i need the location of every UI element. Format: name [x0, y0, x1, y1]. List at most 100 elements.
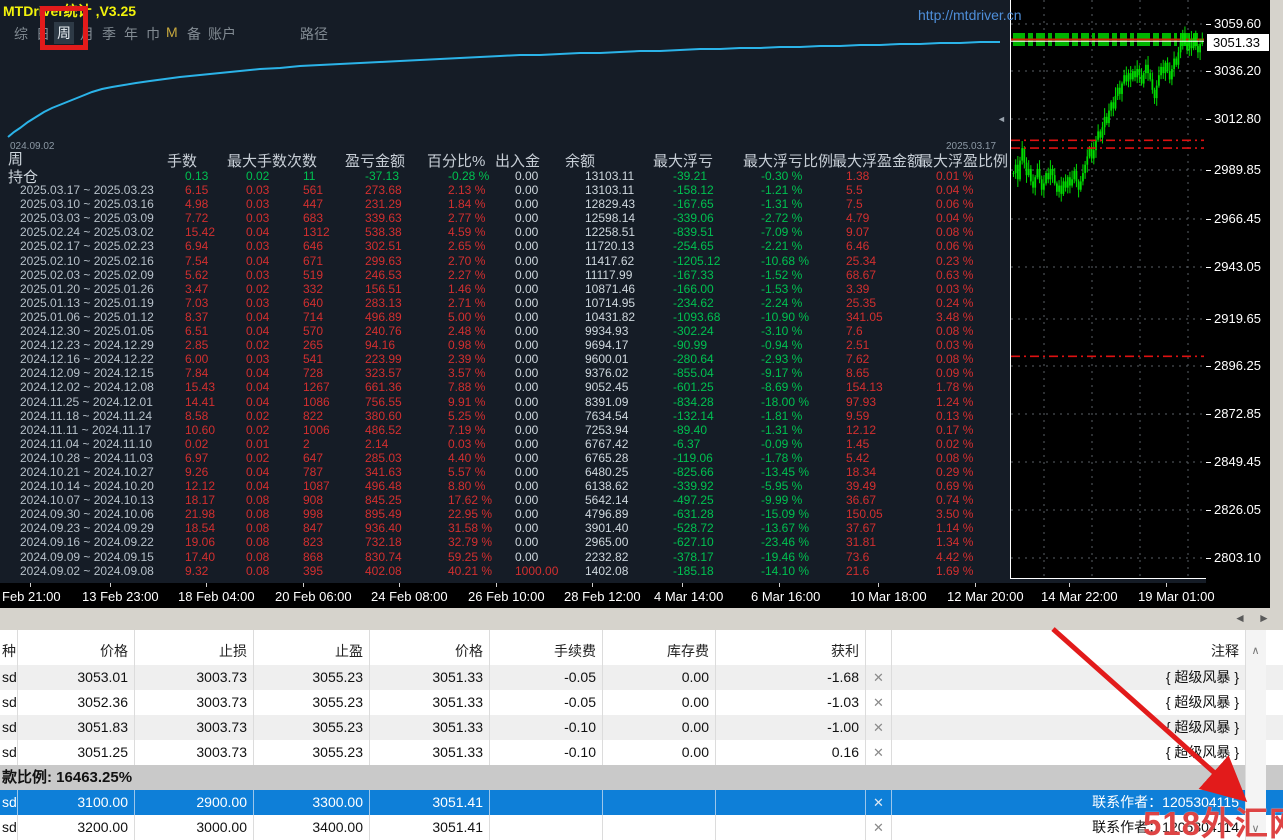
price-tick-label: 2896.25 — [1214, 358, 1261, 373]
stats-cell: 2024.09.16 ~ 2024.09.22 — [20, 535, 185, 549]
time-axis-label: 6 Mar 16:00 — [751, 589, 820, 604]
close-order-icon[interactable]: ✕ — [866, 715, 892, 740]
stats-cell: 2024.09.02 ~ 2024.09.08 — [20, 564, 185, 578]
stats-cell: 0.00 — [515, 310, 585, 324]
stats-cell: -2.24 % — [761, 296, 846, 310]
scroll-left-icon[interactable]: ◄ — [1234, 611, 1246, 625]
stats-cell: 9.59 — [846, 409, 936, 423]
stats-row: 2024.12.02 ~ 2024.12.0815.430.041267661.… — [0, 380, 1006, 394]
order-cell: { 超级风暴 } — [892, 665, 1245, 690]
stats-cell: 2025.03.17 ~ 2025.03.23 — [20, 183, 185, 197]
stats-cell: 1.46 % — [448, 282, 515, 296]
stats-cell: 4.98 — [185, 197, 246, 211]
stats-cell: 822 — [303, 409, 365, 423]
stats-cell: 0.00 — [515, 550, 585, 564]
stats-cell: 2025.02.24 ~ 2025.03.02 — [20, 225, 185, 239]
order-row[interactable]: sd3051.253003.733055.233051.33-0.100.000… — [0, 740, 1283, 765]
stats-cell: 402.08 — [365, 564, 448, 578]
order-cell: 3051.33 — [370, 690, 490, 715]
stats-cell: -1093.68 — [673, 310, 761, 324]
stats-col-header: 盈亏金额 — [345, 150, 405, 171]
order-cell: 3051.41 — [370, 815, 490, 840]
stats-cell: 732.18 — [365, 535, 448, 549]
stats-cell: 6.00 — [185, 352, 246, 366]
close-order-icon[interactable]: ✕ — [866, 815, 892, 840]
stats-cell: 6.51 — [185, 324, 246, 338]
stats-cell: 0.00 — [515, 169, 585, 183]
time-axis-tick — [206, 583, 207, 587]
stats-cell: 1.84 % — [448, 197, 515, 211]
stats-row: 2024.11.25 ~ 2024.12.0114.410.041086756.… — [0, 395, 1006, 409]
stats-cell: 4.79 — [846, 211, 936, 225]
order-row[interactable]: sd3053.013003.733055.233051.33-0.050.00-… — [0, 665, 1283, 690]
order-cell: 3400.00 — [254, 815, 370, 840]
stats-cell: 661.36 — [365, 380, 448, 394]
stats-cell: 0.98 % — [448, 338, 515, 352]
stats-cell: 302.51 — [365, 239, 448, 253]
stats-cell: 0.00 — [515, 366, 585, 380]
candlestick-chart[interactable] — [1010, 0, 1206, 579]
stats-row: 2024.10.07 ~ 2024.10.1318.170.08908845.2… — [0, 493, 1006, 507]
stats-cell: 7.62 — [846, 352, 936, 366]
close-order-icon[interactable]: ✕ — [866, 790, 892, 815]
stats-cell: -15.09 % — [761, 507, 846, 521]
stats-cell: 2.48 % — [448, 324, 515, 338]
stats-cell: 9694.17 — [585, 338, 673, 352]
order-row[interactable]: sd3051.833003.733055.233051.33-0.100.00-… — [0, 715, 1283, 740]
close-order-icon[interactable]: ✕ — [866, 690, 892, 715]
close-order-icon[interactable]: ✕ — [866, 740, 892, 765]
order-cell: 3051.33 — [370, 715, 490, 740]
chart-vertical-scrollbar[interactable] — [1270, 0, 1283, 608]
mt4-terminal-window: MTDriver统计 ,V3.25 综日周月季年巾M备账户路径 024.09.0… — [0, 0, 1283, 840]
author-url-link[interactable]: http://mtdriver.cn — [918, 7, 1021, 23]
orders-scroll-down-icon[interactable]: ∨ — [1248, 822, 1263, 837]
chart-horizontal-scrollbar[interactable]: ◄ ► — [0, 608, 1283, 630]
orders-vertical-scrollbar[interactable]: ∧ ∨ — [1245, 630, 1266, 840]
stats-row: 2024.12.09 ~ 2024.12.157.840.04728323.57… — [0, 366, 1006, 380]
stats-cell: -185.18 — [673, 564, 761, 578]
price-scale: 3059.603036.203012.802989.852966.452943.… — [1206, 0, 1270, 583]
stats-cell: 787 — [303, 465, 365, 479]
equity-current-marker-icon: ◄ — [997, 114, 1006, 124]
order-cell: -0.05 — [490, 690, 603, 715]
stats-cell: 0.00 — [515, 338, 585, 352]
order-cell: 3300.00 — [254, 790, 370, 815]
order-cell: 种 — [0, 630, 18, 665]
order-cell: sd — [0, 690, 18, 715]
order-cell: -1.00 — [716, 715, 866, 740]
price-tick-label: 3036.20 — [1214, 63, 1261, 78]
order-cell — [716, 765, 866, 790]
stats-cell: 7.6 — [846, 324, 936, 338]
order-row[interactable]: sd3052.363003.733055.233051.33-0.050.00-… — [0, 690, 1283, 715]
stats-cell: 150.05 — [846, 507, 936, 521]
stats-cell: 5.62 — [185, 268, 246, 282]
scroll-right-icon[interactable]: ► — [1258, 611, 1270, 625]
stats-cell: 9052.45 — [585, 380, 673, 394]
stats-cell: -2.21 % — [761, 239, 846, 253]
orders-scroll-up-icon[interactable]: ∧ — [1248, 644, 1263, 659]
stats-row: 2025.02.24 ~ 2025.03.0215.420.041312538.… — [0, 225, 1006, 239]
price-tick-mark — [1206, 319, 1211, 320]
stats-cell: 341.63 — [365, 465, 448, 479]
stats-cell: -254.65 — [673, 239, 761, 253]
pending-order-row[interactable]: sd3200.003000.003400.003051.41✕联系作者：1205… — [0, 815, 1283, 840]
stats-cell: 2024.09.30 ~ 2024.10.06 — [20, 507, 185, 521]
stats-cell: 339.63 — [365, 211, 448, 225]
stats-cell: 17.40 — [185, 550, 246, 564]
stats-cell: 7.72 — [185, 211, 246, 225]
stats-cell: -2.93 % — [761, 352, 846, 366]
close-order-icon[interactable]: ✕ — [866, 665, 892, 690]
stats-cell: 447 — [303, 197, 365, 211]
order-cell: 3003.73 — [135, 715, 254, 740]
stats-cell: 332 — [303, 282, 365, 296]
order-cell: 价格 — [18, 630, 135, 665]
order-cell: 3055.23 — [254, 740, 370, 765]
stats-cell: 1267 — [303, 380, 365, 394]
time-axis-tick — [779, 583, 780, 587]
stats-col-header: 手数 — [167, 150, 197, 171]
pending-order-row[interactable]: sd3100.002900.003300.003051.41✕联系作者：1205… — [0, 790, 1283, 815]
stats-cell: -280.64 — [673, 352, 761, 366]
stats-row: 2024.09.23 ~ 2024.09.2918.540.08847936.4… — [0, 521, 1006, 535]
stats-cell: 13103.11 — [585, 183, 673, 197]
stats-cell: 0.02 — [246, 338, 303, 352]
